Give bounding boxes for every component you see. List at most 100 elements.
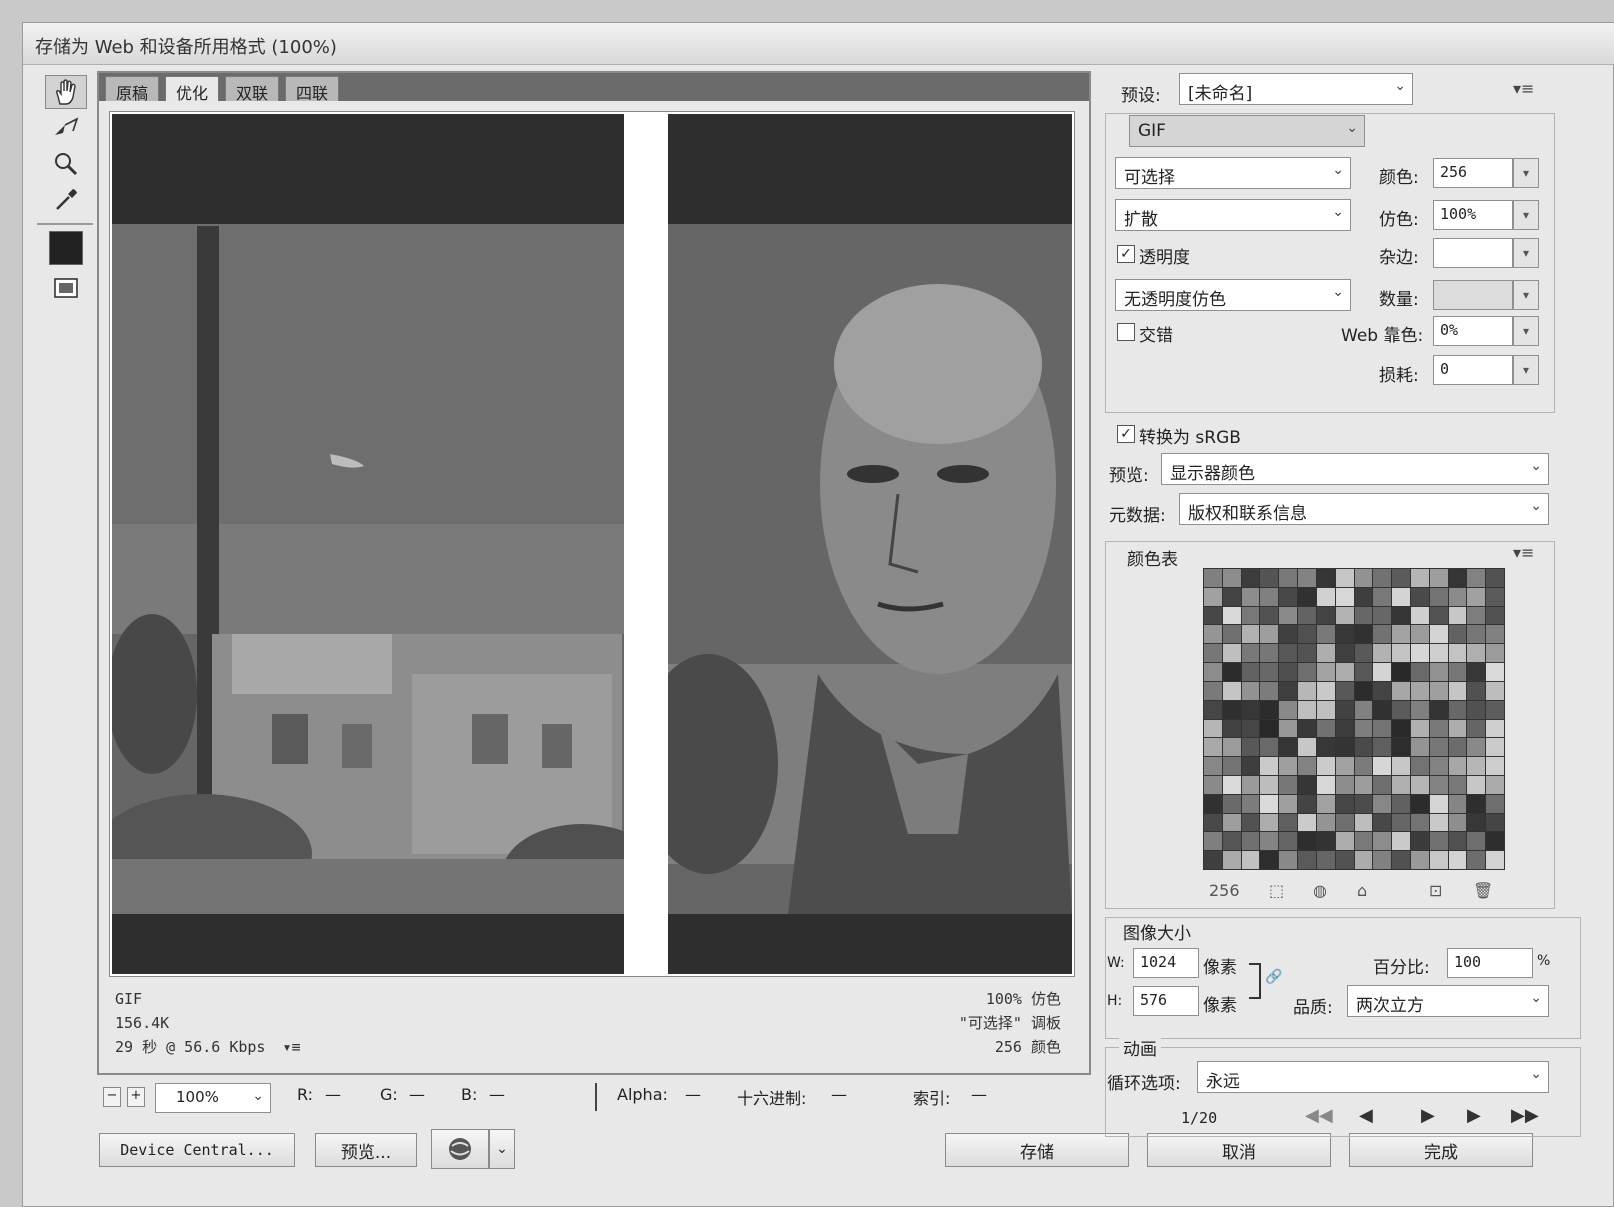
color-swatch[interactable] (1204, 681, 1222, 700)
color-swatch[interactable] (1204, 719, 1222, 738)
color-table-menu-icon[interactable]: ▾≡ (1513, 543, 1534, 562)
color-swatch[interactable] (1222, 700, 1241, 719)
color-swatch[interactable] (1448, 681, 1467, 700)
color-swatch[interactable] (1222, 644, 1241, 663)
color-swatch[interactable] (1204, 794, 1222, 813)
color-swatch[interactable] (1410, 794, 1429, 813)
lock-color-icon[interactable]: ⌂ (1357, 881, 1367, 900)
color-swatch[interactable] (1467, 569, 1486, 587)
color-swatch[interactable] (1429, 681, 1448, 700)
color-swatch[interactable] (1279, 738, 1298, 757)
color-swatch[interactable] (1354, 587, 1373, 606)
color-swatch[interactable] (1392, 775, 1410, 794)
dither-stepper[interactable]: ▾ (1513, 200, 1539, 230)
color-swatch[interactable] (1298, 738, 1316, 757)
color-swatch[interactable] (1373, 587, 1392, 606)
color-swatch[interactable] (1204, 851, 1222, 869)
color-swatch[interactable] (1241, 700, 1260, 719)
color-swatch[interactable] (1354, 813, 1373, 832)
metadata-dropdown[interactable]: 版权和联系信息 ⌄ (1179, 493, 1549, 525)
color-swatch[interactable] (1260, 719, 1279, 738)
color-swatch[interactable] (1354, 832, 1373, 851)
color-swatch[interactable] (1241, 794, 1260, 813)
color-swatch[interactable] (1410, 775, 1429, 794)
color-swatch[interactable] (1467, 644, 1486, 663)
web-shift-icon[interactable]: ◍ (1313, 881, 1327, 900)
color-swatch[interactable] (1316, 775, 1335, 794)
color-swatch[interactable] (1260, 625, 1279, 644)
zoom-in-button[interactable]: + (127, 1087, 145, 1107)
color-swatch[interactable] (1241, 569, 1260, 587)
color-swatch[interactable] (1279, 813, 1298, 832)
color-swatch[interactable] (1316, 813, 1335, 832)
color-swatch[interactable] (1279, 794, 1298, 813)
color-swatch[interactable] (1429, 775, 1448, 794)
color-swatch[interactable] (1335, 813, 1354, 832)
color-swatch[interactable] (1486, 738, 1504, 757)
color-swatch[interactable] (1486, 719, 1504, 738)
eyedropper-tool-icon[interactable] (45, 183, 87, 217)
color-swatch[interactable] (1298, 813, 1316, 832)
color-swatch[interactable] (1373, 832, 1392, 851)
color-swatch[interactable] (1392, 719, 1410, 738)
height-field[interactable]: 576 (1133, 986, 1199, 1016)
color-swatch[interactable] (1298, 587, 1316, 606)
color-swatch[interactable] (1410, 700, 1429, 719)
color-swatch[interactable] (1486, 813, 1504, 832)
color-swatch[interactable] (1448, 625, 1467, 644)
color-swatch[interactable] (1204, 587, 1222, 606)
color-swatch[interactable] (1467, 794, 1486, 813)
color-swatch[interactable] (1429, 663, 1448, 681)
color-swatch[interactable] (1335, 681, 1354, 700)
color-swatch[interactable] (1335, 775, 1354, 794)
color-swatch[interactable] (1298, 757, 1316, 775)
color-swatch[interactable] (1410, 625, 1429, 644)
color-swatch[interactable] (1410, 644, 1429, 663)
color-swatch[interactable] (1486, 625, 1504, 644)
color-swatch[interactable] (1486, 606, 1504, 625)
color-swatch[interactable] (1467, 587, 1486, 606)
color-swatch[interactable] (1298, 606, 1316, 625)
color-swatch[interactable] (1392, 794, 1410, 813)
color-swatch[interactable] (1410, 851, 1429, 869)
color-swatch[interactable] (1354, 569, 1373, 587)
color-swatch[interactable] (1204, 625, 1222, 644)
color-swatch[interactable] (1279, 663, 1298, 681)
image-canvas[interactable] (109, 111, 1075, 977)
color-swatch[interactable] (1260, 663, 1279, 681)
color-swatch[interactable] (1222, 738, 1241, 757)
color-swatch[interactable] (1486, 851, 1504, 869)
color-swatch[interactable] (1486, 587, 1504, 606)
color-swatch[interactable] (1373, 813, 1392, 832)
color-swatch[interactable] (1222, 587, 1241, 606)
color-swatch[interactable] (1448, 719, 1467, 738)
color-swatch[interactable] (1241, 813, 1260, 832)
color-swatch[interactable] (1335, 757, 1354, 775)
color-swatch[interactable] (1279, 700, 1298, 719)
format-dropdown[interactable]: GIF ⌄ (1129, 115, 1365, 147)
color-swatch[interactable] (1316, 663, 1335, 681)
color-swatch[interactable] (1410, 663, 1429, 681)
quality-dropdown[interactable]: 两次立方 ⌄ (1347, 985, 1549, 1017)
color-swatch[interactable] (1373, 606, 1392, 625)
color-swatch[interactable] (1448, 757, 1467, 775)
preset-dropdown[interactable]: [未命名] ⌄ (1179, 73, 1413, 105)
color-swatch[interactable] (1467, 700, 1486, 719)
color-swatch[interactable] (1429, 625, 1448, 644)
colors-stepper[interactable]: ▾ (1513, 158, 1539, 188)
color-swatch[interactable] (1241, 719, 1260, 738)
color-swatch[interactable] (1410, 569, 1429, 587)
color-swatch[interactable] (1392, 832, 1410, 851)
color-swatch[interactable] (1316, 794, 1335, 813)
color-swatch[interactable] (1260, 738, 1279, 757)
color-swatch[interactable] (1260, 569, 1279, 587)
color-swatch[interactable] (1448, 700, 1467, 719)
color-swatch[interactable] (1298, 832, 1316, 851)
color-swatch[interactable] (1298, 794, 1316, 813)
color-swatch[interactable] (1392, 625, 1410, 644)
color-swatch[interactable] (1467, 851, 1486, 869)
color-swatch[interactable] (1222, 813, 1241, 832)
color-swatch[interactable] (1204, 738, 1222, 757)
color-swatch[interactable] (1335, 569, 1354, 587)
dither-field[interactable]: 100% (1433, 200, 1513, 230)
